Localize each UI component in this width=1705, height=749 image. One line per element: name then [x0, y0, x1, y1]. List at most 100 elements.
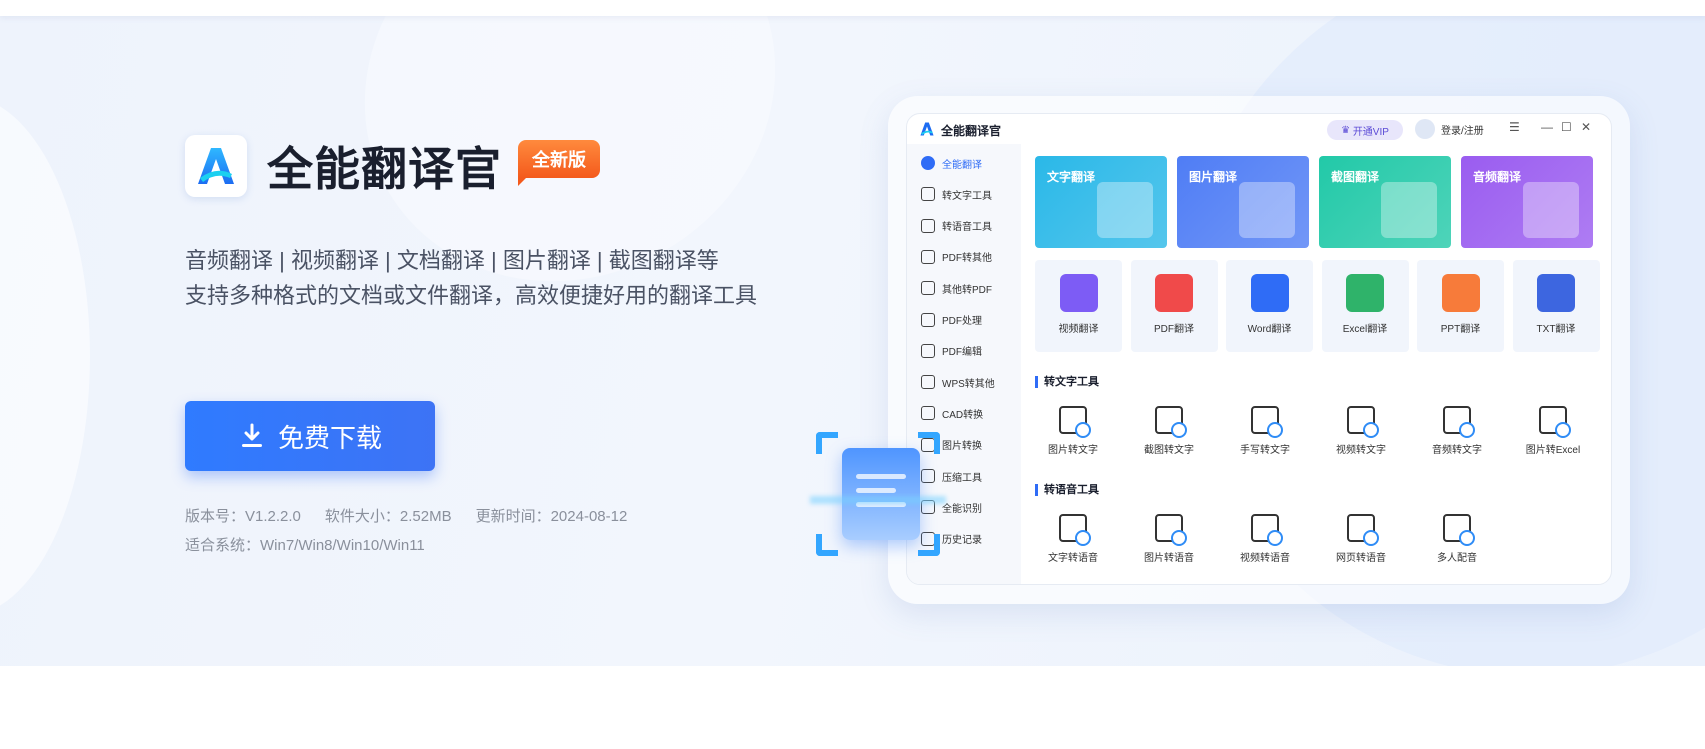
pdf-edit-icon — [921, 343, 935, 358]
file-translate-card[interactable]: Word翻译 — [1226, 260, 1313, 352]
download-button[interactable]: 免费下载 — [185, 401, 435, 471]
tool-icon — [1155, 406, 1187, 438]
tool-label: 网页转语音 — [1336, 553, 1386, 564]
sidebar-item[interactable]: CAD转换 — [921, 402, 983, 424]
tool-icon — [1251, 514, 1283, 546]
file-translate-card[interactable]: PPT翻译 — [1417, 260, 1504, 352]
file-translate-card[interactable]: PDF翻译 — [1130, 260, 1218, 352]
translate-card[interactable]: 截图翻译 — [1319, 156, 1451, 248]
tool-item[interactable]: 网页转语音 — [1315, 514, 1407, 564]
card-label: PPT翻译 — [1440, 324, 1481, 335]
translate-card[interactable]: 文字翻译 — [1035, 156, 1167, 248]
tool-item[interactable]: 图片转语音 — [1123, 514, 1215, 564]
tool-item[interactable]: 多人配音 — [1411, 514, 1503, 564]
sidebar-item[interactable]: 全能翻译 — [921, 152, 982, 174]
card-label: 截图翻译 — [1331, 170, 1380, 184]
sidebar-item[interactable]: 转语音工具 — [921, 215, 992, 237]
file-type-icon — [1537, 274, 1575, 312]
tool-item[interactable]: 文字转语音 — [1027, 514, 1119, 564]
file-translate-card[interactable]: 视频翻译 — [1035, 260, 1122, 352]
translate-card[interactable]: 图片翻译 — [1177, 156, 1309, 248]
file-translate-card[interactable]: TXT翻译 — [1512, 260, 1600, 352]
tool-item[interactable]: 音频转文字 — [1411, 406, 1503, 456]
sidebar-item[interactable]: WPS转其他 — [921, 371, 995, 393]
app-content: 转文字工具 转语音工具 文字翻译 图片翻译 截图翻译 音频翻译视频翻译 PDF翻译 Wor… — [1021, 144, 1611, 584]
tool-icon — [1347, 514, 1379, 546]
tool-icon — [1443, 406, 1475, 438]
sidebar-item-label: 全能翻译 — [942, 159, 982, 171]
document-icon — [842, 448, 920, 540]
tool-item[interactable]: 手写转文字 — [1219, 406, 1311, 456]
sidebar-item-label: PDF处理 — [942, 316, 982, 327]
tool-label: 文字转语音 — [1048, 553, 1098, 564]
file-type-icon — [1155, 274, 1193, 312]
translate-icon — [921, 156, 935, 170]
sidebar-item[interactable]: PDF处理 — [921, 309, 982, 331]
top-nav-bar — [0, 0, 1705, 16]
tagline-line-1: 音频翻译 | 视频翻译 | 文档翻译 | 图片翻译 | 截图翻译等 — [185, 248, 719, 273]
version-info: 版本号：V1.2.2.0 软件大小：2.52MB 更新时间：2024-08-12 — [185, 505, 651, 526]
card-label: 图片翻译 — [1189, 170, 1238, 184]
app-name: 全能翻译官 — [267, 143, 502, 195]
app-preview-window: 全能翻译官 ♛ 开通VIP 登录/注册 ☰ — ☐ ✕ 全能翻译 转文字工具 转语音… — [906, 113, 1612, 585]
download-icon — [241, 423, 262, 447]
sidebar-item[interactable]: PDF转其他 — [921, 246, 992, 268]
file-translate-card[interactable]: Excel翻译 — [1321, 260, 1409, 352]
pdf-icon — [921, 249, 935, 264]
crown-icon: ♛ — [1341, 124, 1353, 136]
vip-button[interactable]: ♛ 开通VIP — [1327, 120, 1403, 140]
card-label: 文字翻译 — [1047, 170, 1096, 184]
card-label: TXT翻译 — [1536, 324, 1576, 335]
app-logo-icon — [920, 122, 934, 136]
tool-icon — [1539, 406, 1571, 438]
menu-icon[interactable]: ☰ — [1509, 120, 1520, 134]
tool-icon — [1155, 514, 1187, 546]
cad-icon — [921, 406, 935, 421]
translate-card[interactable]: 音频翻译 — [1461, 156, 1593, 248]
tool-label: 视频转语音 — [1240, 553, 1290, 564]
card-label: PDF翻译 — [1154, 324, 1194, 335]
sidebar-item-label: 转文字工具 — [942, 190, 992, 202]
tool-icon — [1059, 514, 1091, 546]
app-logo-icon — [185, 135, 247, 197]
file-type-icon — [1250, 274, 1289, 312]
maximize-icon[interactable]: ☐ — [1561, 120, 1572, 134]
tool-item[interactable]: 图片转文字 — [1027, 406, 1119, 456]
sidebar-item[interactable]: PDF编辑 — [921, 340, 982, 362]
tool-item[interactable]: 图片转Excel — [1507, 406, 1599, 456]
voice-icon — [921, 218, 935, 233]
file-type-icon — [1441, 274, 1480, 312]
section-title-voice-tools: 转语音工具 — [1035, 484, 1099, 496]
minimize-icon[interactable]: — — [1541, 120, 1553, 134]
card-label: Excel翻译 — [1342, 324, 1388, 335]
wps-icon — [921, 375, 935, 390]
tool-item[interactable]: 视频转文字 — [1315, 406, 1407, 456]
tool-item[interactable]: 视频转语音 — [1219, 514, 1311, 564]
card-label: 音频翻译 — [1473, 170, 1522, 184]
card-label: 视频翻译 — [1058, 324, 1099, 335]
sidebar-item-label: WPS转其他 — [942, 378, 995, 390]
sidebar-item[interactable]: 转文字工具 — [921, 183, 992, 205]
tagline-line-2: 支持多种格式的文档或文件翻译，高效便捷好用的翻译工具 — [185, 283, 758, 308]
file-type-icon — [1346, 274, 1384, 312]
tool-icon — [1251, 406, 1283, 438]
text-icon — [921, 187, 935, 202]
sidebar-item-label: 压缩工具 — [942, 472, 982, 484]
avatar[interactable] — [1415, 119, 1435, 139]
app-title: 全能翻译官 — [941, 124, 1002, 138]
section-title-text-tools: 转文字工具 — [1035, 376, 1099, 388]
sidebar-item-label: 其他转PDF — [942, 284, 992, 296]
sidebar-item-label: 历史记录 — [942, 535, 982, 547]
brand: 全能翻译官 — [185, 134, 502, 198]
tool-label: 图片转Excel — [1525, 445, 1581, 456]
tool-icon — [1059, 406, 1091, 438]
new-version-badge: 全新版 — [518, 140, 600, 186]
login-link[interactable]: 登录/注册 — [1441, 122, 1484, 137]
tool-item[interactable]: 截图转文字 — [1123, 406, 1215, 456]
tool-icon — [1443, 514, 1475, 546]
card-illustration-icon — [1381, 182, 1437, 238]
sidebar-item-label: 转语音工具 — [942, 222, 992, 234]
close-icon[interactable]: ✕ — [1581, 120, 1591, 134]
tool-label: 图片转语音 — [1144, 553, 1194, 564]
sidebar-item[interactable]: 其他转PDF — [921, 277, 992, 299]
